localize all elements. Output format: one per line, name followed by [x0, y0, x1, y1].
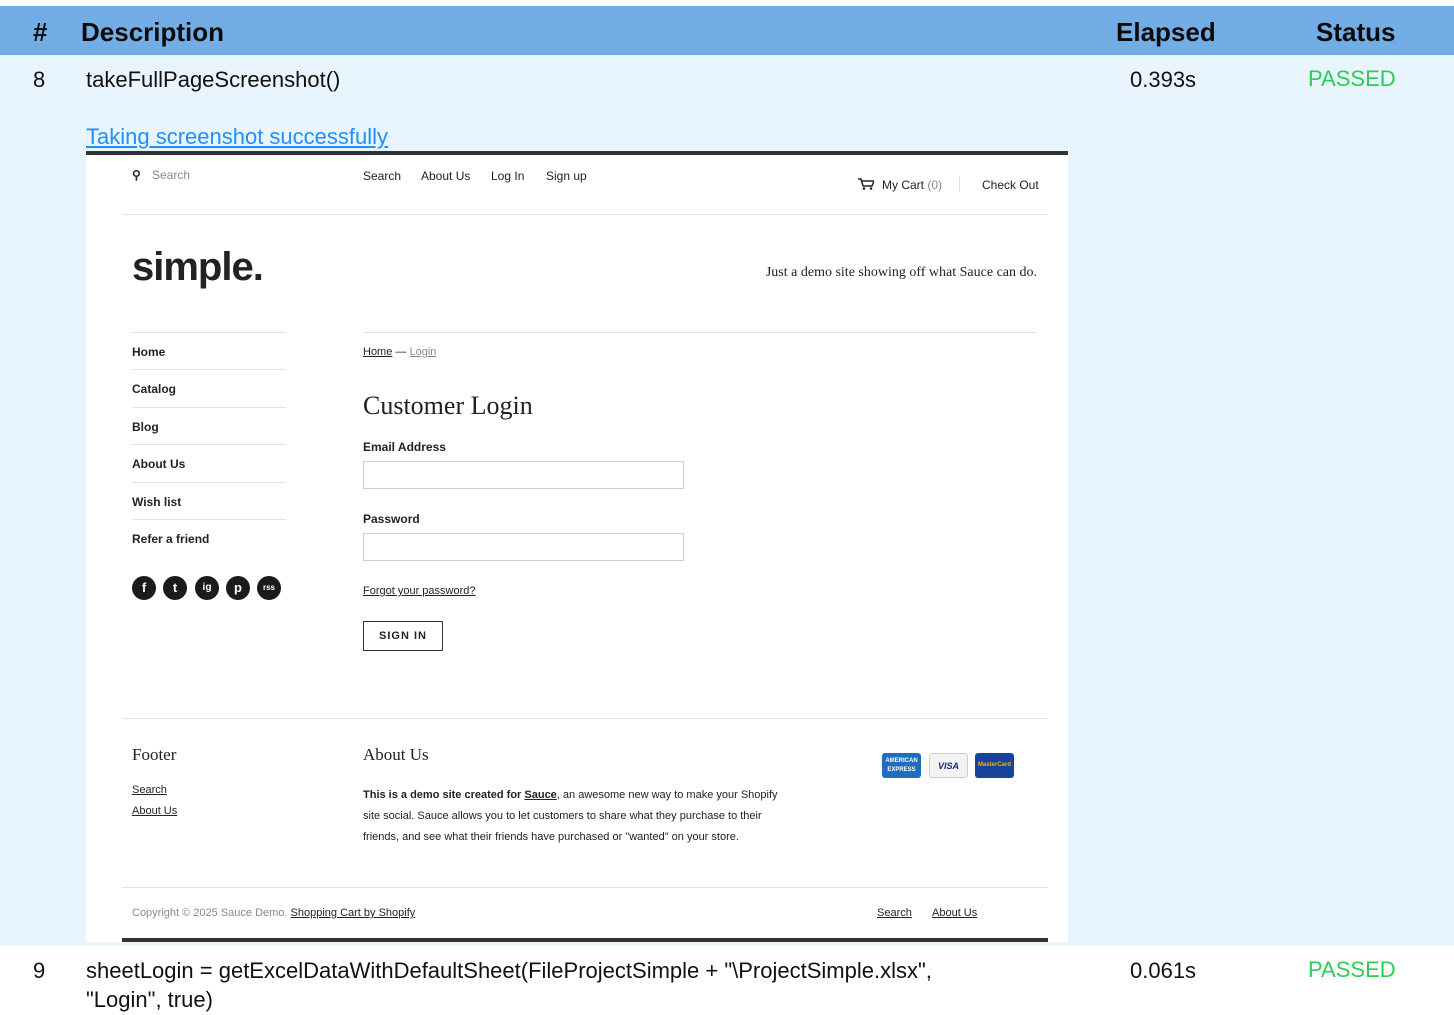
sidebar-item-home[interactable]: Home: [132, 332, 286, 369]
shopify-link[interactable]: Shopping Cart by Shopify: [291, 907, 416, 919]
table-row: 9 sheetLogin = getExcelDataWithDefaultSh…: [0, 946, 1454, 1015]
step-description: takeFullPageScreenshot(): [86, 67, 341, 92]
site-logo[interactable]: simple.: [132, 245, 264, 290]
about-text: This is a demo site created for Sauce, a…: [363, 785, 823, 848]
about-text-line3: friends, and see what their friends have…: [363, 831, 739, 843]
column-header-description: Description: [81, 17, 225, 47]
mastercard-card-icon: MasterCard: [975, 753, 1014, 778]
column-header-status: Status: [1316, 17, 1396, 47]
search-icon: ⚲: [132, 168, 141, 182]
cart-count: (0): [927, 178, 943, 192]
nav-about-us[interactable]: About Us: [421, 169, 470, 183]
screenshot-bottom-border: [122, 938, 1048, 942]
step-elapsed: 0.061s: [1130, 958, 1197, 983]
sidebar-item-about-us[interactable]: About Us: [132, 444, 286, 481]
cart-icon: [858, 178, 874, 190]
footer-link-search[interactable]: Search: [132, 784, 167, 796]
step-number: 9: [33, 958, 46, 983]
about-text-line2: site social. Sauce allows you to let cus…: [363, 810, 762, 822]
nav-search[interactable]: Search: [363, 169, 401, 183]
bottom-link-search[interactable]: Search: [877, 907, 912, 919]
step-description-line1: sheetLogin = getExcelDataWithDefaultShee…: [86, 958, 932, 983]
bottom-link-about-us[interactable]: About Us: [932, 907, 977, 919]
password-label: Password: [363, 512, 420, 526]
status-badge: PASSED: [1308, 957, 1396, 982]
about-heading: About Us: [363, 745, 429, 764]
breadcrumb-home[interactable]: Home: [363, 346, 392, 358]
password-field[interactable]: [363, 533, 684, 561]
sauce-link[interactable]: Sauce: [524, 789, 556, 801]
divider: [363, 332, 1037, 333]
sidebar-item-blog[interactable]: Blog: [132, 407, 286, 444]
step-elapsed: 0.393s: [1130, 67, 1197, 92]
rss-icon[interactable]: rss: [257, 576, 281, 600]
about-text-line1: , an awesome new way to make your Shopif…: [556, 789, 778, 801]
status-badge: PASSED: [1308, 66, 1396, 91]
screenshot-top-border: [86, 151, 1068, 155]
instagram-icon[interactable]: ig: [195, 576, 219, 600]
screenshot-link[interactable]: Taking screenshot successfully: [86, 124, 388, 150]
search-input[interactable]: Search: [152, 168, 190, 182]
pinterest-icon[interactable]: p: [226, 576, 250, 600]
copyright: Copyright © 2025 Sauce Demo. Shopping Ca…: [132, 907, 415, 919]
email-label: Email Address: [363, 440, 446, 454]
copyright-text: Copyright © 2025 Sauce Demo.: [132, 907, 288, 919]
divider: [122, 214, 1048, 215]
forgot-password-link[interactable]: Forgot your password?: [363, 585, 476, 597]
step-number: 8: [33, 67, 46, 92]
breadcrumb-separator: —: [395, 346, 407, 358]
nav-sign-up[interactable]: Sign up: [546, 169, 587, 183]
sign-in-button[interactable]: SIGN IN: [363, 621, 443, 651]
facebook-icon[interactable]: f: [132, 576, 156, 600]
amex-card-icon: AMERICAN EXPRESS: [882, 753, 921, 778]
twitter-icon[interactable]: t: [163, 576, 187, 600]
column-header-elapsed: Elapsed: [1116, 17, 1216, 47]
check-out-link[interactable]: Check Out: [982, 178, 1039, 192]
footer-heading: Footer: [132, 745, 177, 764]
site-tagline: Just a demo site showing off what Sauce …: [765, 265, 1037, 280]
about-text-bold: This is a demo site created for: [363, 789, 525, 801]
divider: [122, 887, 1048, 888]
sidebar-item-refer-a-friend[interactable]: Refer a friend: [132, 519, 286, 556]
sidebar-item-wish-list[interactable]: Wish list: [132, 482, 286, 519]
column-header-number: #: [33, 17, 48, 47]
breadcrumb-current[interactable]: Login: [409, 346, 436, 358]
visa-card-icon: VISA: [929, 753, 968, 778]
breadcrumb: Home — Login: [363, 346, 436, 358]
cart-label: My Cart: [882, 178, 924, 192]
report-table-header: # Description Elapsed Status: [0, 6, 1454, 55]
nav-log-in[interactable]: Log In: [491, 169, 524, 183]
sidebar-item-catalog[interactable]: Catalog: [132, 369, 286, 406]
email-field[interactable]: [363, 461, 684, 489]
nav-divider: [959, 177, 960, 191]
step-description-line2: "Login", true): [86, 987, 213, 1012]
my-cart-link[interactable]: My Cart (0): [882, 178, 942, 192]
embedded-screenshot[interactable]: ⚲ Search Search About Us Log In Sign up …: [86, 151, 1068, 942]
divider: [122, 718, 1048, 719]
footer-link-about-us[interactable]: About Us: [132, 805, 177, 817]
page-title: Customer Login: [363, 391, 533, 420]
